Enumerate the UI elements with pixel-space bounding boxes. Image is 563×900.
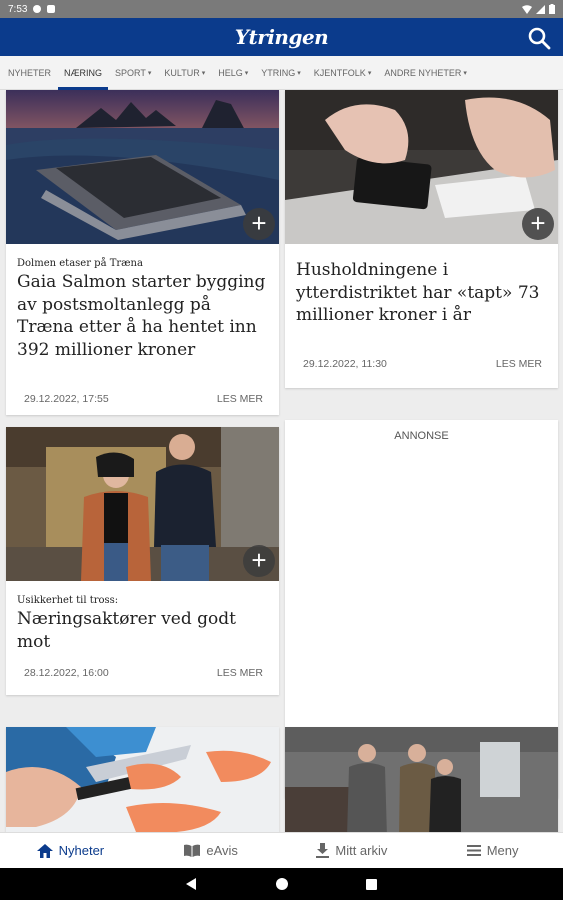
article-title[interactable]: Husholdningene i ytterdistriktet har «ta… [296, 259, 551, 327]
signal-icon [536, 4, 545, 14]
tab-naering[interactable]: NÆRING [58, 56, 109, 90]
article-image[interactable] [285, 727, 558, 832]
category-nav: NYHETER NÆRING SPORT ▾ KULTUR ▾ HELG ▾ YTRI… [0, 56, 563, 90]
notification-icon [33, 5, 42, 13]
bottom-tab-label: Nyheter [58, 843, 105, 858]
article-date: 29.12.2022, 11:30 [303, 358, 387, 370]
wifi-icon [522, 4, 532, 14]
tab-label: YTRING [261, 67, 296, 78]
tab-kjentfolk[interactable]: KJENTFOLK ▾ [314, 56, 372, 90]
bottom-tab-label: Meny [486, 843, 519, 858]
tab-label: KULTUR [164, 67, 200, 78]
tab-helg[interactable]: HELG ▾ [218, 56, 248, 90]
bottom-tab-mitt-arkiv[interactable]: Mitt arkiv [282, 833, 423, 868]
read-more-link[interactable]: LES MER [217, 667, 263, 679]
home-button-icon[interactable] [276, 878, 288, 890]
tab-kultur[interactable]: KULTUR ▾ [164, 56, 205, 90]
system-nav-bar [0, 868, 563, 900]
article-image[interactable] [6, 90, 279, 244]
tab-andre-nyheter[interactable]: ANDRE NYHETER ▾ [384, 56, 467, 90]
article-image[interactable] [6, 427, 279, 581]
add-to-archive-button[interactable]: + [243, 545, 275, 577]
status-time: 7:53 [8, 3, 28, 15]
ad-label: ANNONSE [394, 430, 449, 442]
article-kicker: Dolmen etaser på Træna [17, 258, 143, 269]
article-date: 29.12.2022, 17:55 [24, 393, 109, 405]
caret-down-icon: ▾ [297, 69, 301, 77]
read-more-link[interactable]: LES MER [217, 393, 263, 405]
article-card[interactable]: + Dolmen etaser på Træna Gaia Salmon sta… [6, 90, 279, 415]
bottom-tab-label: Mitt arkiv [335, 843, 388, 858]
download-icon [316, 843, 330, 858]
article-card[interactable] [285, 727, 558, 832]
bottom-tab-nyheter[interactable]: Nyheter [0, 833, 141, 868]
article-image[interactable] [285, 90, 558, 244]
article-card[interactable] [6, 727, 279, 832]
home-icon [36, 843, 53, 858]
bottom-tab-eavis[interactable]: eAvis [141, 833, 282, 868]
article-title[interactable]: Gaia Salmon starter bygging av postsmolt… [17, 271, 272, 361]
caret-down-icon: ▾ [201, 69, 206, 77]
ytringen-logo[interactable]: Ytringen [235, 25, 329, 49]
article-date: 28.12.2022, 16:00 [24, 667, 109, 679]
caret-down-icon: ▾ [244, 69, 249, 77]
article-image[interactable] [6, 727, 279, 832]
caret-down-icon: ▾ [147, 69, 152, 77]
caret-down-icon: ▾ [463, 69, 467, 77]
menu-icon [466, 845, 481, 856]
back-icon[interactable] [186, 878, 198, 890]
tab-label: HELG [218, 67, 243, 78]
bottom-nav: Nyheter eAvis Mitt arkiv Meny [0, 832, 563, 868]
tab-ytring[interactable]: YTRING ▾ [261, 56, 301, 90]
bottom-tab-label: eAvis [206, 843, 238, 858]
book-icon [184, 844, 201, 857]
article-card[interactable]: + Husholdningene i ytterdistriktet har «… [285, 90, 558, 388]
sim-icon [47, 5, 56, 13]
battery-icon [549, 4, 555, 14]
app-bar: Ytringen [0, 18, 563, 56]
tab-sport[interactable]: SPORT ▾ [115, 56, 151, 90]
article-kicker: Usikkerhet til tross: [17, 595, 119, 606]
read-more-link[interactable]: LES MER [496, 358, 542, 370]
search-icon[interactable] [527, 26, 551, 50]
add-to-archive-button[interactable]: + [522, 208, 554, 240]
tab-label: ANDRE NYHETER [384, 67, 462, 78]
article-title[interactable]: Næringsaktører ved godt mot [17, 608, 272, 653]
tab-label: NYHETER [8, 67, 52, 78]
tab-nyheter[interactable]: NYHETER [8, 56, 51, 90]
article-feed[interactable]: + Dolmen etaser på Træna Gaia Salmon sta… [0, 90, 563, 832]
bottom-tab-meny[interactable]: Meny [422, 833, 563, 868]
caret-down-icon: ▾ [367, 69, 372, 77]
tab-label: NÆRING [64, 67, 103, 78]
status-bar: 7:53 [0, 0, 563, 18]
article-card[interactable]: + Usikkerhet til tross: Næringsaktører v… [6, 427, 279, 695]
tab-label: SPORT [115, 67, 146, 78]
recents-icon[interactable] [366, 878, 377, 890]
tab-label: KJENTFOLK [313, 67, 366, 78]
add-to-archive-button[interactable]: + [243, 208, 275, 240]
